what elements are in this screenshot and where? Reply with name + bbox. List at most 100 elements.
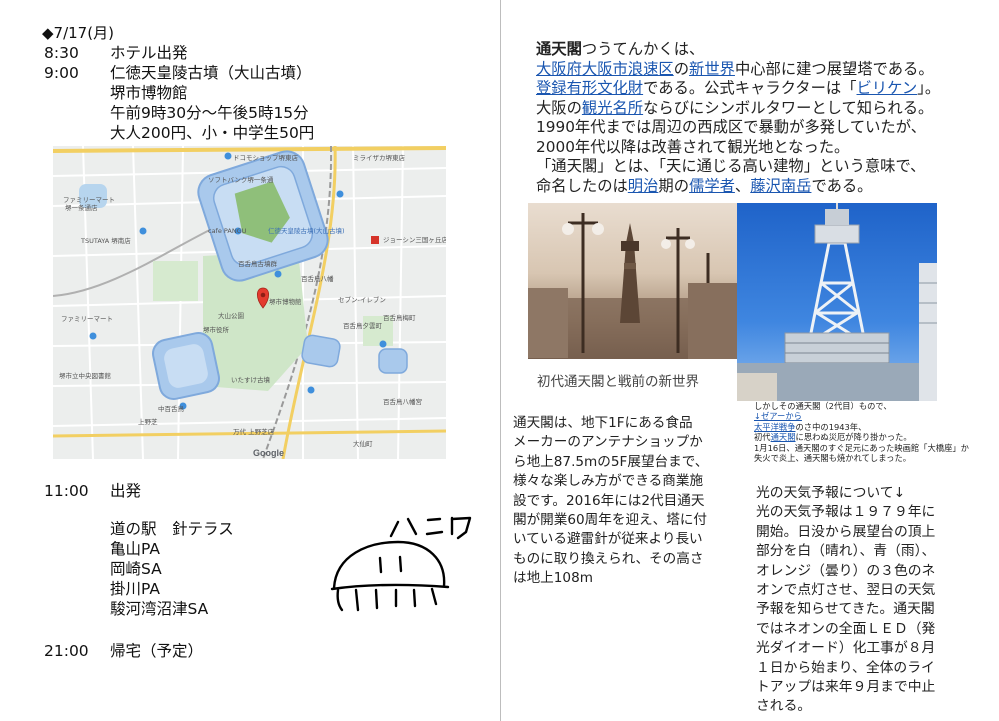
map-label: いたすけ古墳 bbox=[231, 375, 271, 384]
text-run: に思わぬ災厄が降り掛かった。 bbox=[795, 432, 912, 443]
text-run: 命名したのは bbox=[536, 176, 628, 195]
photo-first-tsutenkaku bbox=[528, 203, 737, 359]
stop-5: 駿河湾沼津SA bbox=[110, 600, 209, 618]
text-run: ならびにシンボルタワーとして知られる。 bbox=[643, 98, 934, 117]
map-label: 百舌鳥梅町 bbox=[383, 313, 416, 322]
text-run: 大阪の bbox=[536, 98, 582, 117]
facility-line: 通天閣は、地下1Fにある食品 bbox=[513, 415, 693, 431]
link-confucian-scholar[interactable]: 儒学者 bbox=[689, 177, 735, 195]
intro-line: 通天閣つうてんかくは、 bbox=[536, 40, 940, 60]
time-0900: 9:00 bbox=[44, 64, 79, 82]
museum-hours: 午前9時30分～午後5時15分 bbox=[110, 104, 309, 122]
intro-line: 大阪府大阪市浪速区の新世界中心部に建つ展望塔である。 bbox=[536, 60, 940, 80]
link-naniwa-ku[interactable]: 浪速区 bbox=[628, 60, 674, 78]
map-label: 百舌鳥八幡宮 bbox=[383, 397, 422, 406]
area-map[interactable]: ソフトバンク堺一条通 ドコモショップ堺東店 ミライザカ堺東店 ファミリーマート … bbox=[53, 146, 446, 459]
intro-line: 「通天閣」とは、「天に通じる高い建物」という意味で、 bbox=[536, 157, 926, 175]
weather-line: トアップは来年９月まで中止 bbox=[756, 679, 936, 696]
map-label: 仁徳天皇陵古墳(大山古墳) bbox=[268, 226, 345, 235]
intro-line: 2000年代以降は改善されて観光地となった。 bbox=[536, 137, 850, 156]
small-caption-line: 太平洋戦争のさ中の1943年、 bbox=[754, 422, 969, 432]
map-label: 百舌鳥古墳群 bbox=[238, 259, 278, 268]
map-label: cafe PANGU bbox=[208, 227, 247, 235]
text-run: 」。 bbox=[917, 79, 941, 97]
date-heading: ◆7/17(月) bbox=[42, 24, 114, 42]
text-run: つうてんかくは、 bbox=[581, 40, 705, 58]
weather-line: ではネオンの全面ＬＥＤ（発 bbox=[756, 620, 936, 637]
text-run: である。 bbox=[811, 176, 873, 195]
map-label: 上野芝 bbox=[138, 417, 158, 426]
weather-line: 部分を白（晴れ）、青（雨）、 bbox=[756, 543, 936, 560]
weather-line: 光ダイオード）化工事が８月 bbox=[756, 640, 936, 657]
facility-line: 設です。2016年には2代目通天 bbox=[513, 492, 705, 509]
link-osaka-fu[interactable]: 大阪府 bbox=[536, 60, 582, 78]
intro-line: 命名したのは明治期の儒学者、藤沢南岳である。 bbox=[536, 177, 940, 197]
weather-line: オンで点灯させ、翌日の天気 bbox=[756, 582, 936, 599]
text-run: 、 bbox=[734, 176, 751, 195]
link-meiji[interactable]: 明治 bbox=[628, 177, 659, 195]
map-label: 大山公園 bbox=[218, 311, 244, 320]
map-label: 堺市立中央図書館 bbox=[59, 371, 112, 380]
small-caption-line: しかしその通天閣（2代目）もので、 bbox=[754, 401, 892, 411]
map-label: 大仙町 bbox=[353, 439, 373, 448]
text-run: である。公式キャラクターは「 bbox=[643, 79, 857, 97]
link-osaka-shi[interactable]: 大阪市 bbox=[582, 60, 628, 78]
map-label: 百舌鳥八幡 bbox=[301, 274, 334, 283]
map-label: ファミリーマート bbox=[61, 315, 113, 323]
link-zear[interactable]: ↓ゼアーから bbox=[754, 411, 802, 421]
schedule-hotel: ホテル出発 bbox=[110, 44, 188, 62]
schedule-depart: 出発 bbox=[110, 482, 142, 500]
small-caption-line: ↓ゼアーから bbox=[754, 411, 969, 421]
stop-4: 掛川PA bbox=[110, 580, 160, 598]
tsutenkaku-facility-text: 通天閣は、地下1Fにある食品 メーカーのアンテナショップか ら地上87.5mの5… bbox=[513, 414, 708, 589]
map-attribution: Google bbox=[253, 448, 284, 458]
link-billiken[interactable]: ビリケン bbox=[857, 79, 918, 97]
stop-1: 道の駅 針テラス bbox=[110, 520, 234, 538]
facility-line: ら地上87.5mの5F展望台まで、 bbox=[513, 453, 709, 470]
intro-line: 登録有形文化財である。公式キャラクターは「ビリケン」。 bbox=[536, 79, 940, 99]
text-run: のさ中の1943年、 bbox=[795, 421, 867, 432]
small-caption-line: 初代通天閣に思わぬ災厄が降り掛かった。 bbox=[754, 432, 969, 442]
text-run: 期の bbox=[658, 176, 690, 195]
link-fujisawa-nangaku[interactable]: 藤沢南岳 bbox=[750, 177, 811, 195]
facility-line: 閣が開業60周年を迎え、塔に付 bbox=[513, 512, 708, 529]
stop-2: 亀山PA bbox=[110, 540, 160, 558]
tsutenkaku-intro: 通天閣つうてんかくは、 大阪府大阪市浪速区の新世界中心部に建つ展望塔である。 登… bbox=[536, 40, 940, 196]
photo-current-tsutenkaku bbox=[737, 203, 937, 401]
map-label: 万代 上野芝店 bbox=[233, 427, 275, 436]
link-cultural-property[interactable]: 登録有形文化財 bbox=[536, 79, 643, 97]
intro-line: 1990年代までは周辺の西成区で暴動が多発していたが、 bbox=[536, 118, 926, 136]
time-0830: 8:30 bbox=[44, 44, 79, 62]
facility-line: いている避雷針が従来より長い bbox=[513, 531, 703, 548]
weather-line: オレンジ（曇り）の３色のネ bbox=[756, 562, 936, 579]
link-pacific-war[interactable]: 太平洋戦争 bbox=[754, 422, 796, 432]
schedule-return: 帰宅（予定） bbox=[110, 642, 204, 660]
map-label: ドコモショップ堺東店 bbox=[233, 153, 299, 162]
map-label: ミライザカ堺東店 bbox=[353, 153, 406, 162]
weather-line: 開始。日没から展望台の頂上 bbox=[756, 523, 936, 540]
text-run: 中心部に建つ展望塔である。 bbox=[734, 59, 934, 78]
page-divider bbox=[500, 0, 501, 721]
weather-line: 光の天気予報について↓ bbox=[756, 485, 906, 501]
weather-line: １日から始まり、全体のライ bbox=[756, 659, 935, 676]
photo-caption: 初代通天閣と戦前の新世界 bbox=[537, 374, 699, 390]
museum-name: 堺市博物館 bbox=[110, 84, 188, 102]
tsutenkaku-title: 通天閣 bbox=[536, 40, 582, 58]
map-label: 堺市博物館 bbox=[269, 297, 302, 306]
map-label: セブン-イレブン bbox=[338, 295, 386, 304]
map-label: 堺市役所 bbox=[203, 325, 230, 334]
schedule-kofun: 仁徳天皇陵古墳（大山古墳） bbox=[110, 64, 312, 82]
link-tourist-spot[interactable]: 観光名所 bbox=[582, 99, 643, 117]
map-label: ファミリーマート bbox=[63, 196, 115, 204]
link-tsutenkaku[interactable]: 通天閣 bbox=[771, 432, 796, 442]
link-shinsekai[interactable]: 新世界 bbox=[689, 60, 735, 78]
facility-line: 様々な楽しみ方ができる商業施 bbox=[513, 473, 704, 490]
weather-forecast-text: 光の天気予報について↓ 光の天気予報は１９７９年に 開始。日没から展望台の頂上 … bbox=[756, 484, 935, 717]
text-run: 初代 bbox=[754, 432, 771, 443]
weather-line: される。 bbox=[756, 698, 812, 715]
stop-3: 岡崎SA bbox=[110, 560, 162, 578]
haniwa-doodle bbox=[330, 516, 472, 612]
time-1100: 11:00 bbox=[44, 482, 89, 500]
intro-line: 大阪の観光名所ならびにシンボルタワーとして知られる。 bbox=[536, 99, 940, 119]
time-2100: 21:00 bbox=[44, 642, 89, 660]
